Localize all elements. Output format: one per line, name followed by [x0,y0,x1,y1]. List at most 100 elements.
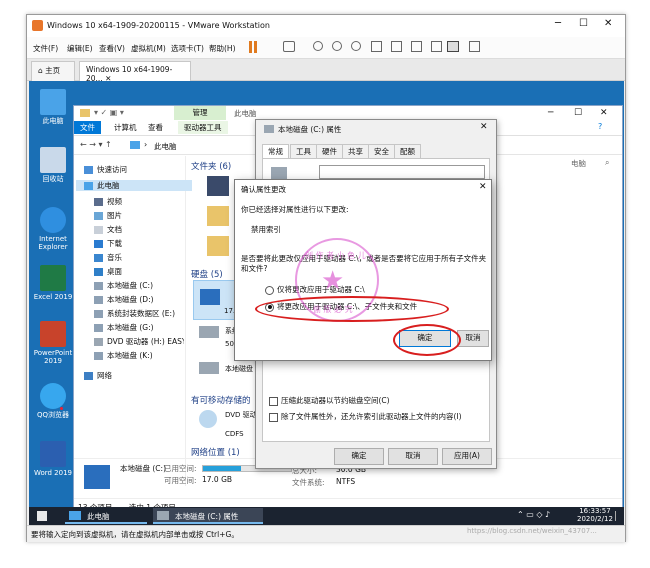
library-icon[interactable] [371,41,382,52]
quick-access-toolbar-icon[interactable]: ▾ ✓ ▣ ▾ [94,108,124,117]
desktop-icon-word[interactable]: Word 2019 [31,441,75,477]
checkbox-box [269,412,278,422]
tab-home-label: 主页 [45,66,61,75]
explorer-minimize-icon[interactable]: ─ [548,108,553,118]
nav-pictures[interactable]: 图片 [94,210,122,221]
ribbon-tab-file[interactable]: 文件 [74,121,101,134]
music-folder-icon[interactable] [207,236,229,256]
fullscreen-icon[interactable] [411,41,422,52]
nav-back-forward-icon[interactable]: ← → ▾ ↑ [80,140,112,149]
properties-cancel-button[interactable]: 取消 [388,448,438,465]
section-removable[interactable]: 有可移动存储的 [191,394,251,406]
nav-drive-e[interactable]: 系统封装数据区 (E:) [94,308,175,319]
compress-checkbox[interactable]: 压缩此驱动器以节约磁盘空间(C) [269,395,390,406]
menu-help[interactable]: 帮助(H) [209,43,236,54]
taskbar-item-properties[interactable]: 本地磁盘 (C:) 属性 [153,508,263,524]
menu-edit[interactable]: 编辑(E) [67,43,93,54]
ribbon-tab-view[interactable]: 查看 [142,121,169,134]
drive-icon [264,125,274,133]
footer-watermark: https://blog.csdn.net/weixin_43707... [467,527,597,535]
nav-drive-d[interactable]: 本地磁盘 (D:) [94,294,154,305]
nav-drive-g[interactable]: 本地磁盘 (G:) [94,322,154,333]
taskbar-item-this-pc[interactable]: 此电脑 [65,508,147,524]
snapshot-manager-icon[interactable] [351,41,361,51]
drive-icon [94,310,103,318]
desktop-icon-this-pc[interactable]: 此电脑 [31,89,75,125]
start-icon[interactable] [37,511,47,521]
nav-network[interactable]: 网络 [84,370,112,381]
section-folders[interactable]: 文件夹 (6) [191,160,231,172]
nav-label: 本地磁盘 (K:) [107,351,153,360]
explorer-close-icon[interactable]: ✕ [600,108,608,118]
nav-this-pc[interactable]: 此电脑 [76,180,192,191]
desktop-icon-label: Word 2019 [33,469,73,477]
radio-circle [265,285,274,295]
show-desktop-button[interactable] [615,511,620,521]
desktop-icon-recycle-bin[interactable]: 回收站 [31,147,75,183]
desktop-icon-excel[interactable]: Excel 2019 [31,265,75,301]
nav-drive-c[interactable]: 本地磁盘 (C:) [94,280,153,291]
properties-apply-button[interactable]: 应用(A) [442,448,492,465]
nav-documents[interactable]: 文档 [94,224,122,235]
guest-desktop[interactable]: 此电脑 回收站 Internet Explorer Excel 2019 Pow… [29,81,624,525]
send-ctrl-alt-del-icon[interactable] [283,41,295,52]
ribbon-tab-drive-tools[interactable]: 驱动器工具 [178,121,228,134]
menu-view[interactable]: 查看(V) [99,43,125,54]
section-drives[interactable]: 硬盘 (5) [191,268,223,280]
menu-file[interactable]: 文件(F) [33,43,58,54]
console-icon[interactable] [447,41,459,52]
drive-icon[interactable] [199,362,219,374]
tab-vm[interactable]: Windows 10 x64-1909-20... ✕ [79,61,191,83]
breadcrumb[interactable]: 此电脑 [154,141,177,152]
drive-label-input[interactable] [319,165,485,179]
index-checkbox[interactable]: 除了文件属性外，还允许索引此驱动器上文件的内容(I) [269,411,462,422]
nav-drive-h[interactable]: DVD 驱动器 (H:) EASYU [94,336,184,347]
close-icon[interactable]: ✕ [604,18,612,29]
drive-icon[interactable] [199,326,219,338]
thumbnail-icon[interactable] [391,41,402,52]
maximize-icon[interactable]: ☐ [579,18,588,29]
properties-ok-button[interactable]: 确定 [334,448,384,465]
video-folder-icon[interactable] [207,176,229,196]
confirm-cancel-button[interactable]: 取消 [457,330,489,347]
search-icon[interactable]: ⌕ [605,158,609,168]
ribbon-tab-computer[interactable]: 计算机 [108,121,143,134]
nav-drive-k[interactable]: 本地磁盘 (K:) [94,350,153,361]
nav-music[interactable]: 音乐 [94,252,122,263]
clock[interactable]: 16:33:57 2020/2/12 [577,507,613,523]
details-used-label: 已用空间: [164,464,197,473]
confirm-close-icon[interactable]: ✕ [479,182,487,192]
section-network[interactable]: 网络位置 (1) [191,446,240,458]
desktop-icon-label: PowerPoint 2019 [33,349,73,365]
tray-icons[interactable]: ⌃ ▭ ◇ ♪ [517,510,550,519]
dvd-icon[interactable] [199,410,217,428]
usage-bar-fill [203,466,241,471]
minimize-icon[interactable]: ─ [555,18,561,29]
help-icon[interactable]: ? [598,122,602,131]
ribbon-context-manage[interactable]: 管理 [174,106,226,120]
properties-close-icon[interactable]: ✕ [480,122,488,132]
desktop-icon-powerpoint[interactable]: PowerPoint 2019 [31,321,75,365]
watermark-top: 创 作 者 小 鱼 儿 [305,251,366,260]
menu-vm[interactable]: 虚拟机(M) [131,43,166,54]
stretch-icon[interactable] [469,41,480,52]
tab-home[interactable]: ⌂ 主页 [31,61,75,81]
nav-videos[interactable]: 视频 [94,196,122,207]
documents-folder-icon[interactable] [207,206,229,226]
confirm-title: 确认属性更改 [241,185,286,194]
download-icon [94,240,103,248]
revert-snapshot-icon[interactable] [332,41,342,51]
nav-downloads[interactable]: 下载 [94,238,122,249]
music-icon [94,254,103,262]
nav-quick-access[interactable]: 快速访问 [84,164,127,175]
pause-icon[interactable] [249,41,252,53]
search-box-partial[interactable]: 电脑 [571,158,586,169]
desktop-icon-ie[interactable]: Internet Explorer [31,207,75,251]
explorer-maximize-icon[interactable]: ☐ [574,108,582,118]
desktop-icon-qq-browser[interactable]: QQ浏览器 [31,383,75,419]
menu-tabs[interactable]: 选项卡(T) [171,43,204,54]
details-free-label: 可用空间: [164,476,197,485]
nav-desktop[interactable]: 桌面 [94,266,122,277]
unity-icon[interactable] [431,41,442,52]
snapshot-icon[interactable] [313,41,323,51]
